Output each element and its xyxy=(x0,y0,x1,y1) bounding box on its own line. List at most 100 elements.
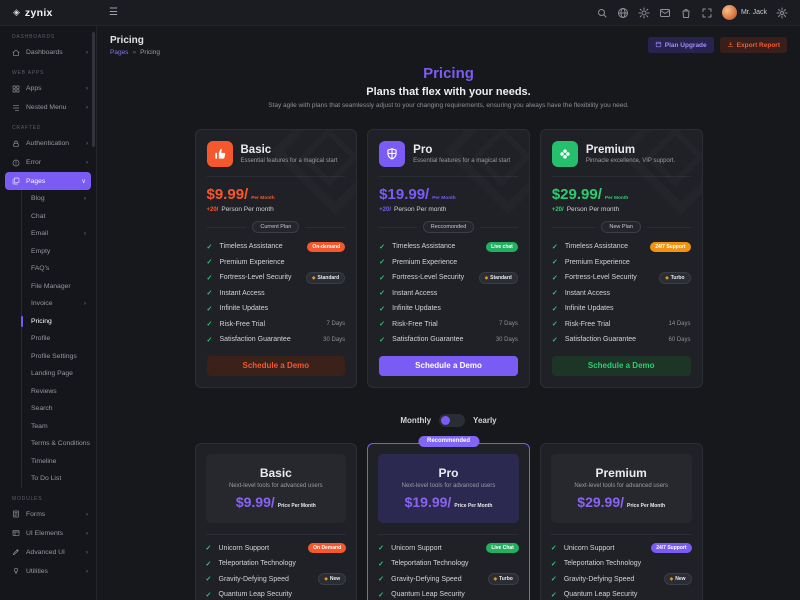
sidebar-subitem[interactable]: Reviews xyxy=(22,383,96,401)
sidebar-subitem[interactable]: Empty xyxy=(22,243,96,261)
sidebar-item[interactable]: Forms › xyxy=(0,505,96,524)
plan-period: Per Month xyxy=(432,196,455,201)
sidebar-subitem[interactable]: Timeline xyxy=(22,453,96,471)
sidebar-item[interactable]: Error › xyxy=(0,153,96,172)
sidebar-subitem-label: Timeline xyxy=(31,458,86,465)
feature-label: Teleportation Technology xyxy=(391,560,519,567)
feature-label: Teleportation Technology xyxy=(564,560,692,567)
hero-title: Pricing xyxy=(97,65,800,82)
sidebar-subitem[interactable]: Search xyxy=(22,400,96,418)
feature-badge-label: Turbo xyxy=(499,576,513,582)
plan-upgrade-label: Plan Upgrade xyxy=(665,42,707,49)
chevron-icon: ∨ xyxy=(81,177,86,185)
search-icon[interactable] xyxy=(596,7,608,19)
plan-title-block: Basic Essential features for a magical s… xyxy=(241,144,338,164)
shield-icon xyxy=(379,141,405,167)
sidebar-submenu: Blog › Chat Email › Empty FAQ's xyxy=(21,190,96,488)
sidebar-item[interactable]: Utilities › xyxy=(0,562,96,581)
sidebar-subitem[interactable]: File Manager xyxy=(22,278,96,296)
comparison-period: Price Per Month xyxy=(627,503,665,509)
sidebar-scrollbar[interactable] xyxy=(92,32,95,147)
sidebar-subitem[interactable]: To Do List xyxy=(22,470,96,488)
plan-extra-row: +20/ Person Per month xyxy=(207,206,346,213)
sidebar-item-wrap: Advanced UI › xyxy=(0,543,96,562)
feature-row: ✓ Unicorn Support 24/7 Support xyxy=(551,541,692,557)
check-icon: ✓ xyxy=(552,305,560,313)
feature-row: ✓ Satisfaction Guarantee 60 Days xyxy=(552,332,691,348)
sidebar-subitem[interactable]: Terms & Conditions xyxy=(22,435,96,453)
sidebar-item[interactable]: UI Elements › xyxy=(0,524,96,543)
feature-label: Risk-Free Trial xyxy=(220,321,327,328)
plan-price-row: $9.99/ Per Month xyxy=(207,186,346,203)
check-icon: ✓ xyxy=(379,243,387,251)
sidebar-item[interactable]: Advanced UI › xyxy=(0,543,96,562)
breadcrumb-parent[interactable]: Pages xyxy=(110,49,128,56)
schedule-demo-button[interactable]: Schedule a Demo xyxy=(207,356,346,376)
export-report-button[interactable]: Export Report xyxy=(720,37,787,53)
plan-features: ✓ Timeless Assistance Live chat ✓ Premiu… xyxy=(379,239,518,348)
user-menu[interactable]: Mr. Jack xyxy=(722,5,767,20)
language-icon[interactable] xyxy=(617,7,629,19)
logo-diamond-icon: ◈ xyxy=(13,7,20,18)
sidebar-subitem-label: Email xyxy=(31,230,84,237)
theme-toggle-icon[interactable] xyxy=(638,7,650,19)
divider xyxy=(207,176,346,177)
schedule-demo-button[interactable]: Schedule a Demo xyxy=(379,356,518,376)
mail-icon[interactable] xyxy=(659,7,671,19)
sidebar-subitem[interactable]: Landing Page xyxy=(22,365,96,383)
menu-toggle-icon[interactable]: ☰ xyxy=(109,7,118,18)
plan-name: Pro xyxy=(413,144,510,156)
sidebar-subitem[interactable]: Invoice › xyxy=(22,295,96,313)
sidebar-item-wrap: Pages ∨ Blog › Chat Email › xyxy=(0,172,96,488)
sidebar-item[interactable]: Authentication › xyxy=(0,134,96,153)
sidebar-item[interactable]: Nested Menu › xyxy=(0,98,96,117)
comparison-card: Recommended Pro Next-level tools for adv… xyxy=(367,443,530,600)
plan-upgrade-button[interactable]: Plan Upgrade xyxy=(648,37,714,53)
feature-label: Unicorn Support xyxy=(564,545,651,552)
comparison-period: Price Per Month xyxy=(278,503,316,509)
cart-icon[interactable] xyxy=(680,7,692,19)
comparison-row: Basic Next-level tools for advanced user… xyxy=(195,443,703,600)
chevron-icon: › xyxy=(86,530,88,537)
sidebar-subitem[interactable]: Email › xyxy=(22,225,96,243)
user-name: Mr. Jack xyxy=(741,9,767,16)
plan-card-header: Pro Essential features for a magical sta… xyxy=(379,141,518,167)
breadcrumb: Pages » Pricing xyxy=(110,49,160,56)
hero-subtitle: Plans that flex with your needs. xyxy=(97,86,800,98)
sidebar-section: DASHBOARDS Dashboards › xyxy=(0,26,96,62)
settings-gear-icon[interactable] xyxy=(776,7,788,19)
plan-price-row: $19.99/ Per Month xyxy=(379,186,518,203)
topbar-actions: Mr. Jack xyxy=(596,5,800,20)
sidebar-item[interactable]: Pages ∨ xyxy=(5,172,91,190)
feature-label: Fortress-Level Security xyxy=(392,274,479,281)
sidebar-item[interactable]: Dashboards › xyxy=(0,43,96,62)
billing-toggle-row: Monthly Yearly xyxy=(97,414,800,427)
logo[interactable]: ◈ zynix xyxy=(0,7,97,19)
sidebar-subitem[interactable]: Profile Settings xyxy=(22,348,96,366)
check-icon: ✓ xyxy=(552,320,560,328)
feature-row: ✓ Gravity-Defying Speed ◆ Turbo xyxy=(378,572,519,588)
sidebar-subitem[interactable]: FAQ's xyxy=(22,260,96,278)
sidebar-item[interactable]: Apps › xyxy=(0,79,96,98)
yearly-label: Yearly xyxy=(473,416,497,425)
check-icon: ✓ xyxy=(207,243,215,251)
feature-label: Unicorn Support xyxy=(391,545,486,552)
plan-card: Pro Essential features for a magical sta… xyxy=(367,129,530,388)
sidebar-subitem[interactable]: Chat xyxy=(22,208,96,226)
sidebar-subitem[interactable]: Team xyxy=(22,418,96,436)
check-icon: ✓ xyxy=(207,305,215,313)
sidebar-subitem[interactable]: Profile xyxy=(22,330,96,348)
sidebar-subitem[interactable]: Pricing xyxy=(22,313,96,331)
fullscreen-icon[interactable] xyxy=(701,7,713,19)
check-icon: ✓ xyxy=(552,289,560,297)
feature-row: ✓ Premium Experience xyxy=(207,255,346,271)
feature-badge: Live chat xyxy=(486,242,518,252)
billing-toggle-switch[interactable] xyxy=(439,414,465,427)
chevron-icon: › xyxy=(86,549,88,556)
sidebar-item-label: Apps xyxy=(26,85,86,92)
sidebar-item-label: Pages xyxy=(26,178,81,185)
sidebar-subitem[interactable]: Blog › xyxy=(22,190,96,208)
schedule-demo-button[interactable]: Schedule a Demo xyxy=(552,356,691,376)
plan-extra-row: +20/ Person Per month xyxy=(552,206,691,213)
comparison-plan-name: Pro xyxy=(384,466,513,480)
